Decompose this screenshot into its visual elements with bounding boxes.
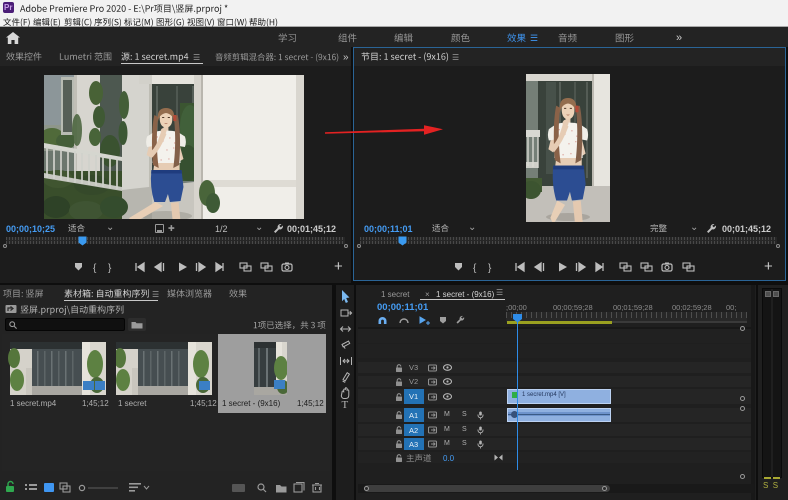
svg-text:}: } — [488, 263, 492, 274]
svg-text:}: } — [108, 263, 112, 274]
svg-text:T: T — [342, 399, 349, 411]
svg-text:{: { — [473, 263, 477, 274]
svg-text:{: { — [93, 263, 97, 274]
